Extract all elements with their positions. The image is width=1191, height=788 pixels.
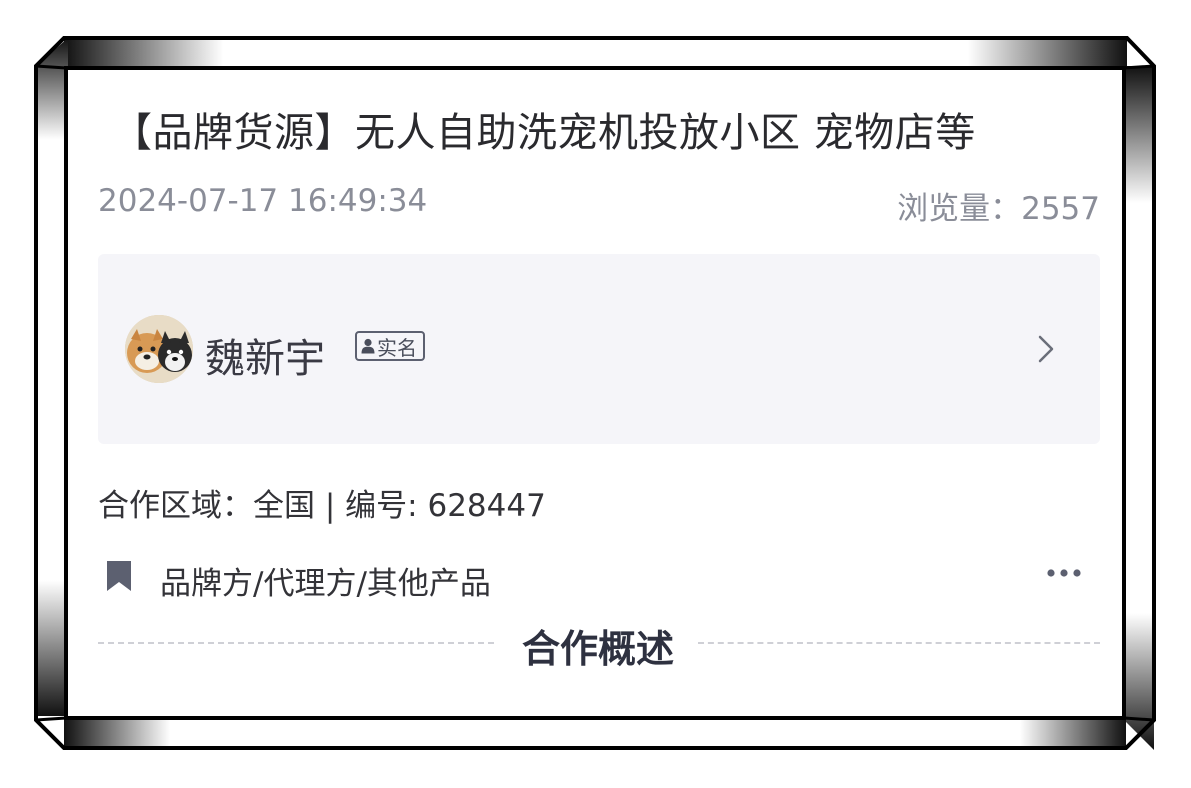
divider-right	[698, 642, 1100, 644]
cooperation-info: 合作区域：全国 | 编号: 628447	[98, 480, 546, 525]
verified-badge-label: 实名	[377, 335, 417, 360]
view-count-label: 浏览量：	[897, 191, 1022, 227]
post-card: 【品牌货源】无人自助洗宠机投放小区 宠物店等 2024-07-17 16:49:…	[68, 70, 1122, 716]
avatar[interactable]	[125, 315, 193, 383]
region-label: 合作区域：	[98, 488, 253, 524]
info-separator: |	[315, 488, 346, 524]
view-count: 浏览量：2557	[897, 183, 1100, 228]
category-label[interactable]: 品牌方/代理方/其他产品	[160, 558, 491, 603]
section-title: 合作概述	[522, 627, 675, 671]
chevron-right-icon[interactable]	[1036, 334, 1056, 364]
bookmark-icon	[107, 561, 131, 591]
author-card[interactable]: 魏新宇 实名	[98, 254, 1100, 444]
view-count-value: 2557	[1021, 191, 1100, 227]
post-meta: 2024-07-17 16:49:34 浏览量：2557	[98, 183, 1100, 227]
verified-badge: 实名	[355, 331, 425, 361]
post-title: 【品牌货源】无人自助洗宠机投放小区 宠物店等	[112, 110, 976, 156]
region-value: 全国	[253, 488, 315, 524]
number-label: 编号:	[345, 488, 428, 524]
number-value: 628447	[427, 488, 546, 524]
category-row[interactable]: 品牌方/代理方/其他产品	[104, 558, 1090, 602]
section-header: 合作概述	[98, 618, 1100, 671]
more-dots-icon[interactable]	[1046, 568, 1082, 578]
person-icon	[361, 338, 375, 354]
post-date: 2024-07-17 16:49:34	[98, 183, 428, 219]
divider-left	[98, 642, 494, 644]
author-name[interactable]: 魏新宇	[205, 326, 325, 384]
